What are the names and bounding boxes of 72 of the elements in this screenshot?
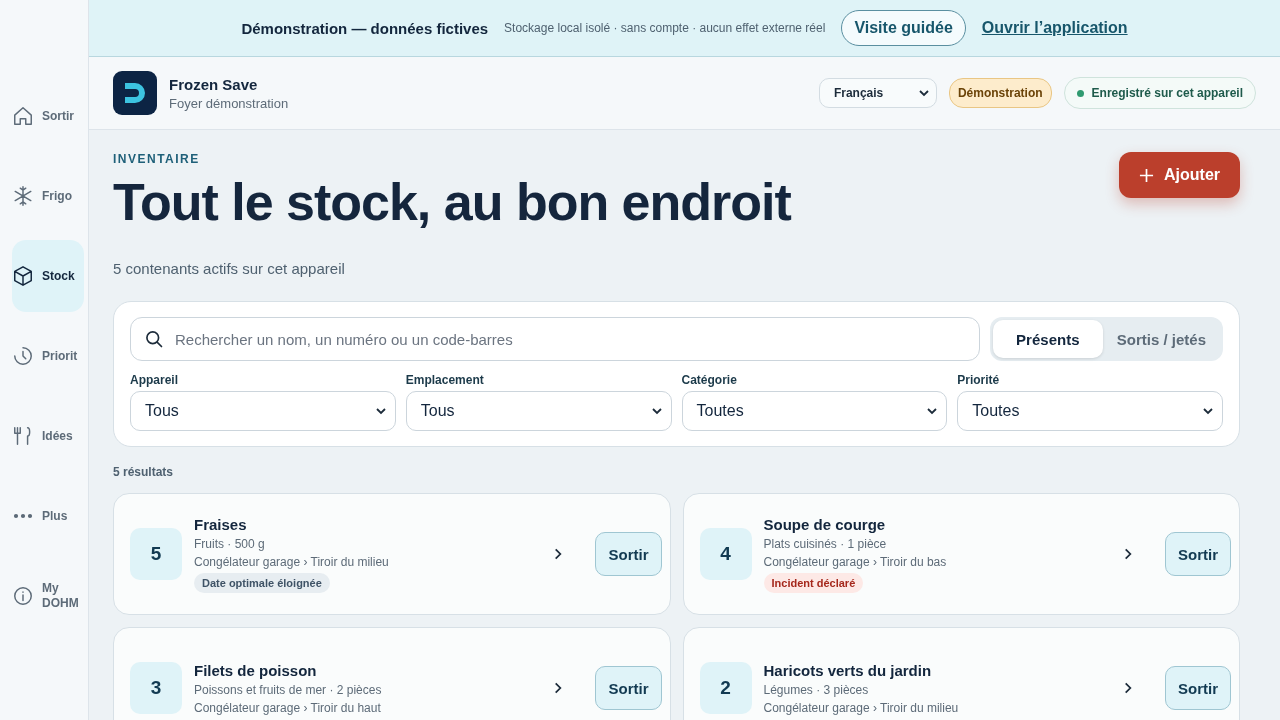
banner-title: Démonstration — données fictives bbox=[241, 19, 489, 37]
chevron-down-icon bbox=[1202, 405, 1214, 417]
item-number: 3 bbox=[130, 662, 182, 714]
item-meta: Poissons et fruits de mer · 2 pièces bbox=[194, 682, 382, 697]
banner-note: Stockage local isolé · sans compte · aucun effet externe réel bbox=[504, 21, 826, 35]
nav-item[interactable]: Sortir bbox=[12, 80, 84, 152]
add-button[interactable]: Ajouter bbox=[1119, 152, 1240, 198]
clock-icon bbox=[12, 345, 34, 367]
item-name: Soupe de courge bbox=[763, 515, 886, 533]
item-card[interactable]: 2 Haricots verts du jardin Légumes · 3 pièces Congélateur garage › Tiroir du milieu Sortir bbox=[682, 627, 1240, 720]
filter-select[interactable]: Toutes bbox=[681, 391, 948, 431]
item-location: Congélateur garage › Tiroir du bas bbox=[763, 554, 947, 569]
filter-label: Priorité bbox=[957, 373, 1001, 387]
item-number: 5 bbox=[130, 528, 182, 580]
page-title: Tout le stock, au bon endroit bbox=[113, 172, 791, 232]
filter-select[interactable]: Tous bbox=[130, 391, 396, 431]
item-name: Haricots verts du jardin bbox=[763, 661, 932, 679]
item-number: 4 bbox=[699, 528, 752, 580]
filter-label: Emplacement bbox=[405, 373, 485, 387]
take-out-button[interactable]: Sortir bbox=[595, 666, 662, 710]
take-out-button[interactable]: Sortir bbox=[595, 532, 662, 576]
item-location: Congélateur garage › Tiroir du milieu bbox=[194, 554, 389, 569]
item-card[interactable]: 3 Filets de poisson Poissons et fruits de mer · 2 pièces Congélateur garage › Tiroir du haut Sortir bbox=[113, 627, 671, 720]
page-subtitle: 5 contenants actifs sur cet appareil bbox=[113, 260, 346, 277]
snowflake-icon bbox=[12, 185, 34, 207]
section-eyebrow: INVENTAIRE bbox=[113, 152, 201, 166]
item-card[interactable]: 5 Fraises Fruits · 500 g Congélateur garage › Tiroir du milieu Date optimale éloignée Sortir bbox=[113, 493, 671, 615]
take-out-button[interactable]: Sortir bbox=[1165, 532, 1231, 576]
open-app-link[interactable]: Ouvrir l’application bbox=[981, 19, 1128, 37]
chevron-down-icon bbox=[926, 405, 939, 417]
item-location: Congélateur garage › Tiroir du milieu bbox=[763, 700, 959, 715]
status-tab[interactable]: Présents bbox=[992, 320, 1103, 358]
chevron-down-icon bbox=[650, 405, 663, 417]
item-name: Filets de poisson bbox=[194, 661, 317, 679]
filter-select[interactable]: Tous bbox=[405, 391, 672, 431]
search-field[interactable]: Rechercher un nom, un numéro ou un code-barres bbox=[130, 317, 980, 361]
filter-label: Appareil bbox=[130, 373, 179, 387]
filter-select[interactable]: Toutes bbox=[957, 391, 1223, 431]
cube-icon bbox=[12, 265, 34, 287]
nav-item[interactable]: Priorit bbox=[12, 320, 84, 392]
item-card[interactable]: 4 Soupe de courge Plats cuisinés · 1 pièce Congélateur garage › Tiroir du bas Incident déclaré Sortir bbox=[682, 493, 1240, 615]
nav-item[interactable]: Frigo bbox=[12, 160, 84, 232]
results-count: 5 résultats bbox=[113, 465, 175, 479]
plus-icon bbox=[1139, 167, 1154, 183]
saved-status-badge: Enregistré sur cet appareil bbox=[1063, 77, 1256, 109]
language-select[interactable]: Français bbox=[818, 78, 937, 108]
item-meta: Fruits · 500 g bbox=[194, 536, 265, 551]
item-number: 2 bbox=[699, 662, 752, 714]
tour-button[interactable]: Visite guidée bbox=[841, 10, 966, 46]
info-icon bbox=[12, 585, 34, 607]
nav-item[interactable]: My DOHM bbox=[12, 560, 84, 632]
app-logo-icon bbox=[113, 71, 157, 115]
nav-item[interactable]: Plus bbox=[12, 480, 84, 552]
item-meta: Plats cuisinés · 1 pièce bbox=[763, 536, 887, 551]
app-name: Frozen Save bbox=[169, 75, 259, 93]
status-tag: Incident déclaré bbox=[763, 572, 864, 593]
chevron-down-icon bbox=[374, 405, 387, 417]
item-meta: Légumes · 3 pièces bbox=[763, 682, 869, 697]
search-icon bbox=[144, 329, 164, 349]
nav-item[interactable]: Idées bbox=[12, 400, 84, 472]
item-location: Congélateur garage › Tiroir du haut bbox=[194, 700, 381, 715]
more-icon bbox=[12, 513, 34, 519]
take-out-button[interactable]: Sortir bbox=[1165, 666, 1231, 710]
chevron-down-icon bbox=[917, 87, 930, 99]
household-name: Foyer démonstration bbox=[169, 95, 289, 111]
filter-label: Catégorie bbox=[681, 373, 738, 387]
demo-badge: Démonstration bbox=[948, 78, 1052, 108]
status-tag: Date optimale éloignée bbox=[194, 572, 330, 593]
home-icon bbox=[12, 105, 34, 127]
status-tab[interactable]: Sortis / jetés bbox=[1102, 320, 1220, 358]
nav-item[interactable]: Stock bbox=[12, 240, 84, 312]
item-name: Fraises bbox=[194, 515, 247, 533]
